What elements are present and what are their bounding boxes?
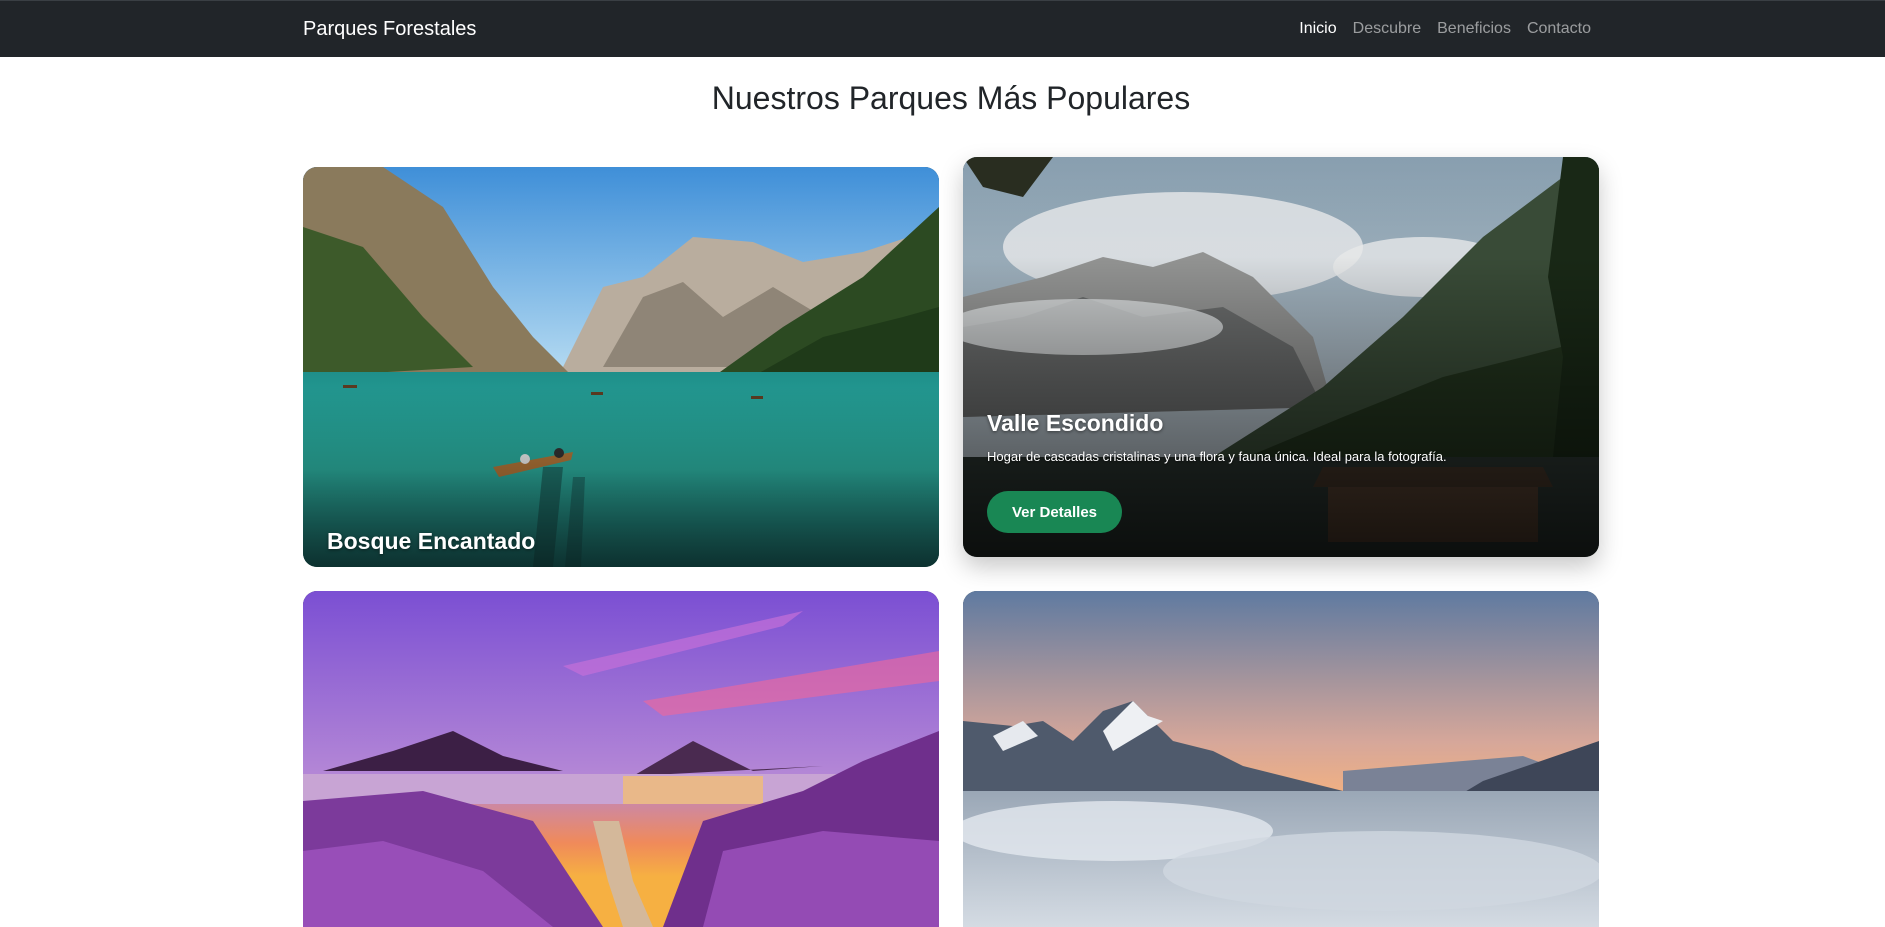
mountain-clouds-image	[963, 591, 1599, 927]
park-card-bosque-encantado[interactable]: Bosque Encantado	[303, 167, 939, 567]
nav-link-contacto[interactable]: Contacto	[1527, 20, 1591, 38]
park-card-4[interactable]	[963, 591, 1599, 927]
top-navbar: Parques Forestales Inicio Descubre Benef…	[0, 0, 1885, 57]
park-card-3[interactable]	[303, 591, 939, 927]
nav-links: Inicio Descubre Beneficios Contacto	[1299, 20, 1591, 38]
page-title: Nuestros Parques Más Populares	[711, 80, 1191, 116]
nav-link-beneficios[interactable]: Beneficios	[1437, 20, 1511, 38]
sunset-flowers-image	[303, 591, 939, 927]
park-card-valle-escondido[interactable]: Valle Escondido Hogar de cascadas crista…	[963, 157, 1599, 557]
card-title: Valle Escondido	[987, 410, 1164, 436]
card-title: Bosque Encantado	[327, 528, 536, 554]
ver-detalles-button[interactable]: Ver Detalles	[987, 491, 1122, 533]
card-overlay	[303, 167, 939, 567]
card-description: Hogar de cascadas cristalinas y una flor…	[987, 449, 1447, 464]
brand-link[interactable]: Parques Forestales	[303, 18, 476, 41]
nav-link-inicio[interactable]: Inicio	[1299, 20, 1336, 38]
nav-link-descubre[interactable]: Descubre	[1353, 20, 1421, 38]
